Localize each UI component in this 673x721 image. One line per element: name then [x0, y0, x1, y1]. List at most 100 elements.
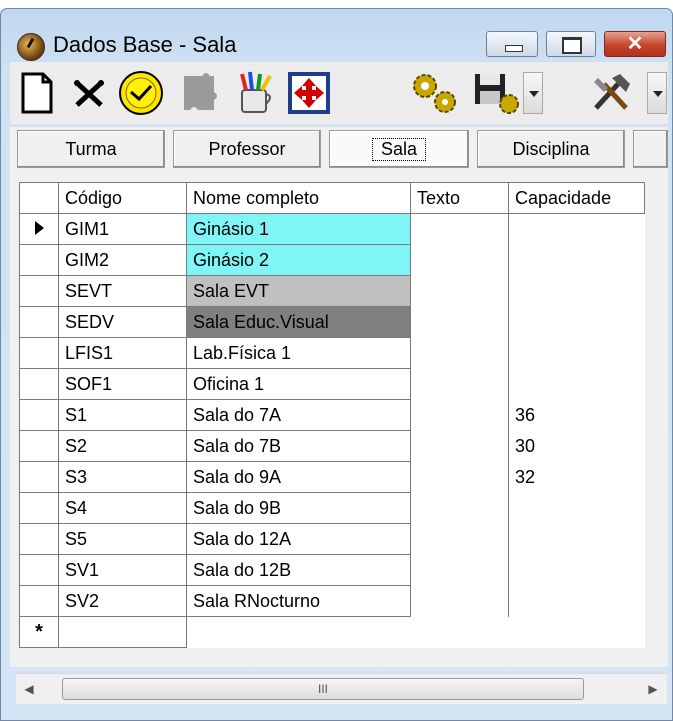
name-cell[interactable]: Ginásio 2 — [186, 244, 411, 276]
app-clock-icon[interactable] — [17, 33, 45, 61]
table-row[interactable]: S5 Sala do 12A — [19, 523, 645, 555]
text-cell[interactable] — [410, 585, 509, 617]
paint-cup-icon[interactable] — [228, 66, 282, 120]
table-row[interactable]: S3 Sala do 9A 32 — [19, 461, 645, 493]
table-row[interactable]: GIM1 Ginásio 1 — [19, 213, 645, 245]
capacity-cell[interactable] — [508, 554, 645, 586]
table-row[interactable]: LFIS1 Lab.Física 1 — [19, 337, 645, 369]
code-cell[interactable]: S1 — [58, 399, 187, 431]
row-indicator[interactable] — [19, 244, 59, 276]
table-row[interactable]: S1 Sala do 7A 36 — [19, 399, 645, 431]
code-cell[interactable]: S5 — [58, 523, 187, 555]
table-row[interactable]: GIM2 Ginásio 2 — [19, 244, 645, 276]
scroll-left-arrow-icon[interactable]: ◀ — [18, 678, 40, 700]
capacity-cell[interactable] — [508, 523, 645, 555]
name-cell[interactable]: Sala RNocturno — [186, 585, 411, 617]
capacity-cell[interactable]: 32 — [508, 461, 645, 493]
row-indicator[interactable] — [19, 337, 59, 369]
row-indicator[interactable] — [19, 461, 59, 493]
delete-icon[interactable] — [62, 66, 116, 120]
code-cell[interactable]: SOF1 — [58, 368, 187, 400]
row-indicator[interactable] — [19, 213, 59, 245]
tools-dropdown-arrow[interactable] — [647, 72, 667, 114]
tab-sala[interactable]: Sala — [329, 130, 469, 168]
name-cell[interactable]: Oficina 1 — [186, 368, 411, 400]
scroll-right-arrow-icon[interactable]: ▶ — [642, 678, 664, 700]
row-indicator[interactable] — [19, 430, 59, 462]
scroll-thumb[interactable]: III — [62, 678, 584, 700]
code-cell[interactable]: SV1 — [58, 554, 187, 586]
row-indicator[interactable] — [19, 368, 59, 400]
capacity-cell[interactable] — [508, 368, 645, 400]
capacity-cell[interactable] — [508, 585, 645, 617]
row-indicator[interactable] — [19, 492, 59, 524]
code-cell[interactable]: LFIS1 — [58, 337, 187, 369]
tab-disciplina[interactable]: Disciplina — [477, 130, 625, 168]
column-header-nome-completo[interactable]: Nome completo — [186, 182, 411, 214]
table-row[interactable]: SEDV Sala Educ.Visual — [19, 306, 645, 338]
name-cell[interactable]: Sala do 12B — [186, 554, 411, 586]
name-cell[interactable]: Sala Educ.Visual — [186, 306, 411, 338]
code-cell[interactable]: GIM2 — [58, 244, 187, 276]
text-cell[interactable] — [410, 213, 509, 245]
name-cell[interactable]: Sala do 9A — [186, 461, 411, 493]
table-row[interactable]: SV2 Sala RNocturno — [19, 585, 645, 617]
save-icon[interactable] — [470, 66, 524, 120]
capacity-cell[interactable] — [508, 213, 645, 245]
row-indicator[interactable] — [19, 399, 59, 431]
data-grid[interactable]: Código Nome completo Texto Capacidade GI… — [19, 182, 645, 648]
capacity-cell[interactable] — [508, 337, 645, 369]
code-cell[interactable]: SEVT — [58, 275, 187, 307]
maximize-button[interactable] — [546, 31, 596, 57]
column-header-capacidade[interactable]: Capacidade — [508, 182, 645, 214]
name-cell[interactable]: Sala EVT — [186, 275, 411, 307]
text-cell[interactable] — [410, 492, 509, 524]
close-button[interactable]: ✕ — [604, 31, 666, 57]
text-cell[interactable] — [410, 461, 509, 493]
row-indicator[interactable] — [19, 554, 59, 586]
code-cell[interactable]: S3 — [58, 461, 187, 493]
capacity-cell[interactable] — [508, 306, 645, 338]
puzzle-icon[interactable] — [172, 66, 226, 120]
name-cell[interactable]: Sala do 7A — [186, 399, 411, 431]
capacity-cell[interactable] — [508, 244, 645, 276]
horizontal-scrollbar[interactable]: ◀ III ▶ — [16, 673, 667, 704]
row-indicator[interactable] — [19, 523, 59, 555]
text-cell[interactable] — [410, 554, 509, 586]
capacity-cell[interactable] — [508, 492, 645, 524]
column-header-texto[interactable]: Texto — [410, 182, 509, 214]
text-cell[interactable] — [410, 523, 509, 555]
text-cell[interactable] — [410, 430, 509, 462]
name-cell[interactable]: Ginásio 1 — [186, 213, 411, 245]
text-cell[interactable] — [410, 275, 509, 307]
table-row[interactable]: SOF1 Oficina 1 — [19, 368, 645, 400]
tab-overflow[interactable] — [633, 130, 668, 168]
clock-icon[interactable] — [114, 66, 168, 120]
code-cell[interactable]: S2 — [58, 430, 187, 462]
text-cell[interactable] — [410, 306, 509, 338]
save-dropdown-arrow[interactable] — [523, 72, 543, 114]
row-indicator[interactable] — [19, 275, 59, 307]
tools-icon[interactable] — [584, 66, 638, 120]
code-cell[interactable]: S4 — [58, 492, 187, 524]
name-cell[interactable]: Sala do 12A — [186, 523, 411, 555]
tab-professor[interactable]: Professor — [173, 130, 321, 168]
code-cell[interactable]: SV2 — [58, 585, 187, 617]
table-row[interactable]: S4 Sala do 9B — [19, 492, 645, 524]
table-row[interactable]: SEVT Sala EVT — [19, 275, 645, 307]
new-row-code-cell[interactable] — [58, 616, 187, 648]
text-cell[interactable] — [410, 368, 509, 400]
new-row[interactable]: * — [19, 616, 645, 648]
text-cell[interactable] — [410, 244, 509, 276]
name-cell[interactable]: Lab.Física 1 — [186, 337, 411, 369]
name-cell[interactable]: Sala do 9B — [186, 492, 411, 524]
minimize-button[interactable] — [486, 31, 538, 57]
new-document-icon[interactable] — [10, 66, 64, 120]
tab-turma[interactable]: Turma — [17, 130, 165, 168]
table-row[interactable]: SV1 Sala do 12B — [19, 554, 645, 586]
text-cell[interactable] — [410, 399, 509, 431]
gears-icon[interactable] — [408, 66, 462, 120]
code-cell[interactable]: SEDV — [58, 306, 187, 338]
row-indicator[interactable] — [19, 306, 59, 338]
table-row[interactable]: S2 Sala do 7B 30 — [19, 430, 645, 462]
